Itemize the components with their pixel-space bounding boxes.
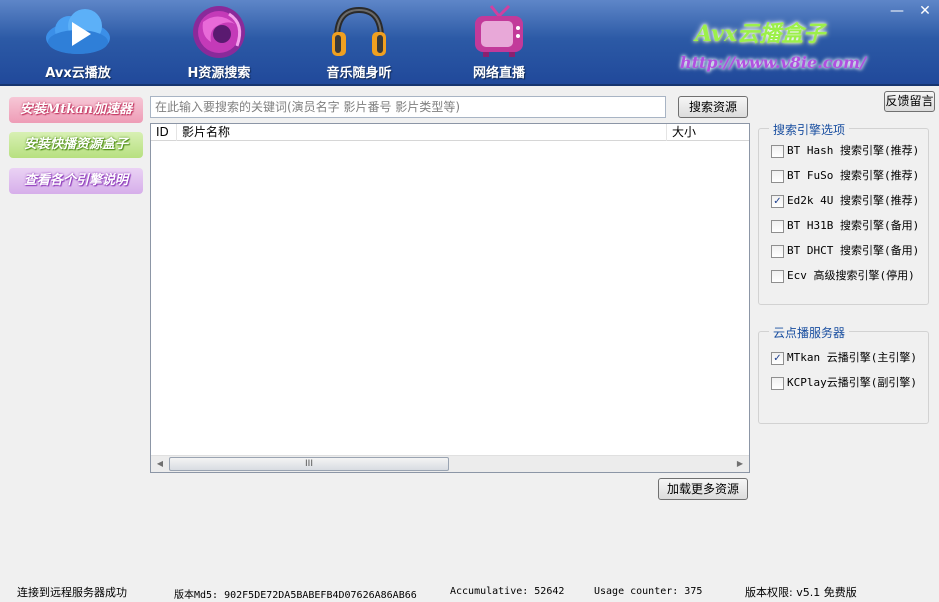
option-label: MTkan 云播引擎(主引擎) xyxy=(787,351,917,364)
header-banner: Avx云播放 H资源搜索 音乐随身听 网络直播 Avx云播盒子 http://w… xyxy=(0,0,939,86)
brand-url-link[interactable]: http://www.v8ie.com/ xyxy=(680,53,866,72)
nav-live[interactable]: 网络直播 xyxy=(444,4,554,82)
nav-h-search-label: H资源搜索 xyxy=(187,66,251,81)
checkbox[interactable] xyxy=(771,145,784,158)
option-label: Ed2k 4U 搜索引擎(推荐) xyxy=(787,194,920,207)
headphones-icon xyxy=(332,6,386,56)
scrollbar-thumb[interactable]: III xyxy=(169,457,449,471)
install-kuaibo-button[interactable]: 安装快播资源盒子 xyxy=(9,132,143,158)
nav-live-label: 网络直播 xyxy=(472,66,525,81)
column-header-size[interactable]: 大小 xyxy=(667,124,749,141)
status-md5: 版本Md5: 902F5DE72DA5BABEFB4D07626A86AB66 xyxy=(174,590,417,601)
horizontal-scrollbar[interactable]: ◀ III ▶ xyxy=(151,455,749,472)
scroll-right-icon[interactable]: ▶ xyxy=(732,457,748,471)
cloud-play-icon xyxy=(46,9,110,54)
load-more-button[interactable]: 加载更多资源 xyxy=(658,478,748,500)
scroll-left-icon[interactable]: ◀ xyxy=(152,457,168,471)
search-input[interactable] xyxy=(150,96,666,118)
results-table[interactable]: ID 影片名称 大小 ◀ III ▶ xyxy=(150,123,750,473)
option-label: BT DHCT 搜索引擎(备用) xyxy=(787,244,920,257)
option-label: BT FuSo 搜索引擎(推荐) xyxy=(787,169,920,182)
close-button[interactable]: ✕ xyxy=(916,2,934,20)
option-label: KCPlay云播引擎(副引擎) xyxy=(787,376,917,389)
nav-h-search[interactable]: H资源搜索 xyxy=(164,4,274,82)
nav-music-label: 音乐随身听 xyxy=(326,66,392,81)
column-header-name[interactable]: 影片名称 xyxy=(177,124,667,141)
status-version: 版本权限: v5.1 免费版 xyxy=(745,586,857,599)
cloud-server-group: 云点播服务器 ✓ MTkan 云播引擎(主引擎) KCPlay云播引擎(副引擎) xyxy=(758,324,929,424)
checkbox[interactable]: ✓ xyxy=(771,195,784,208)
status-accumulative: Accumulative: 52642 xyxy=(450,586,565,597)
checkbox[interactable] xyxy=(771,377,784,390)
nav-music[interactable]: 音乐随身听 xyxy=(304,4,414,82)
status-usage-counter: Usage counter: 375 xyxy=(594,586,703,597)
search-engine-group: 搜索引擎选项 BT Hash 搜索引擎(推荐) BT FuSo 搜索引擎(推荐)… xyxy=(758,121,929,305)
table-header: ID 影片名称 大小 xyxy=(151,124,749,141)
search-button[interactable]: 搜索资源 xyxy=(678,96,748,118)
option-label: BT H31B 搜索引擎(备用) xyxy=(787,219,920,232)
checkbox[interactable] xyxy=(771,220,784,233)
checkbox[interactable] xyxy=(771,170,784,183)
search-engine-group-title: 搜索引擎选项 xyxy=(769,121,850,138)
option-label: BT Hash 搜索引擎(推荐) xyxy=(787,144,920,157)
feedback-button[interactable]: 反馈留言 xyxy=(884,91,935,112)
checkbox[interactable] xyxy=(771,270,784,283)
status-connection: 连接到远程服务器成功 xyxy=(17,586,127,599)
nav-cloud-play-label: Avx云播放 xyxy=(45,66,111,81)
cloud-server-group-title: 云点播服务器 xyxy=(769,324,850,341)
nav-cloud-play[interactable]: Avx云播放 xyxy=(23,4,133,82)
minimize-button[interactable]: — xyxy=(888,2,906,20)
view-engines-button[interactable]: 查看各个引擎说明 xyxy=(9,168,143,194)
checkbox[interactable] xyxy=(771,245,784,258)
brand-title: Avx云播盒子 xyxy=(695,21,826,47)
option-label: Ecv 高级搜索引擎(停用) xyxy=(787,269,915,282)
browser-globe-icon xyxy=(193,6,245,58)
column-header-id[interactable]: ID xyxy=(151,124,177,141)
checkbox[interactable]: ✓ xyxy=(771,352,784,365)
tv-icon xyxy=(475,4,523,57)
install-mtkan-button[interactable]: 安装Mtkan加速器 xyxy=(9,97,143,123)
